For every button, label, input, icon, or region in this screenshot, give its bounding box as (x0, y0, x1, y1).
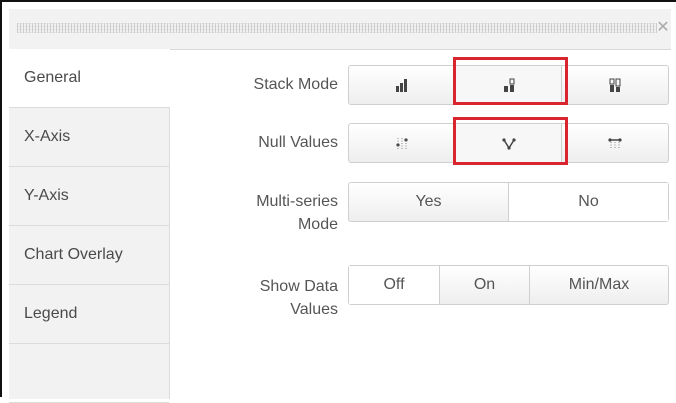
dialog-titlebar[interactable]: ✕ (9, 9, 671, 50)
multi-series-yes-button[interactable]: Yes (349, 183, 508, 221)
show-data-values-label: Show Data Values (260, 275, 338, 321)
null-values-label: Null Values (258, 134, 338, 151)
null-values-gaps-button[interactable] (349, 124, 455, 162)
show-data-values-on-button[interactable]: On (439, 266, 529, 304)
drag-grip[interactable] (17, 23, 657, 33)
null-values-connect-button[interactable] (561, 124, 668, 162)
tab-legend[interactable]: Legend (9, 285, 169, 344)
sidebar-empty-slot (9, 344, 169, 403)
stack-mode-toggle (348, 65, 669, 105)
chart-format-dialog: ✕ General X-Axis Y-Axis Chart Overlay Le… (0, 0, 676, 403)
connect-icon (608, 138, 622, 149)
stacked-bars-icon (503, 78, 514, 92)
tab-label: Legend (24, 305, 78, 322)
show-data-values-toggle: Off On Min/Max (348, 265, 669, 305)
gaps-icon (396, 138, 408, 149)
segment-label: No (578, 193, 599, 210)
segment-label: Yes (415, 193, 442, 210)
stack-mode-stacked-100-button[interactable] (561, 66, 668, 104)
null-values-zero-button[interactable] (454, 124, 562, 162)
multi-series-toggle: Yes No (348, 182, 669, 222)
tab-label: General (24, 69, 81, 86)
show-data-values-off-button[interactable]: Off (349, 266, 439, 304)
close-icon[interactable]: ✕ (655, 18, 671, 38)
multi-series-no-button[interactable]: No (508, 183, 668, 221)
unstacked-bars-icon (395, 79, 407, 92)
stack-mode-label: Stack Mode (253, 76, 338, 93)
multi-series-label: Multi-series Mode (256, 190, 338, 236)
zero-icon (501, 138, 516, 150)
stacked-100-bars-icon (609, 78, 621, 92)
tab-label: Y-Axis (24, 187, 69, 204)
settings-sidebar: General X-Axis Y-Axis Chart Overlay Lege… (9, 49, 170, 403)
segment-label: On (473, 276, 496, 293)
stack-mode-unstacked-button[interactable] (349, 66, 455, 104)
segment-label: Off (383, 276, 405, 293)
multi-series-label-line1: Multi-series (256, 193, 338, 210)
null-values-toggle (348, 123, 669, 163)
tab-x-axis[interactable]: X-Axis (9, 108, 169, 167)
stack-mode-stacked-button[interactable] (454, 66, 562, 104)
tab-general[interactable]: General (9, 49, 170, 108)
show-data-values-label-line1: Show Data (259, 278, 338, 295)
show-data-values-label-line2: Values (290, 301, 338, 318)
multi-series-label-line2: Mode (297, 216, 338, 233)
tab-y-axis[interactable]: Y-Axis (9, 167, 169, 226)
show-data-values-minmax-button[interactable]: Min/Max (529, 266, 668, 304)
tab-chart-overlay[interactable]: Chart Overlay (9, 226, 169, 285)
general-settings-panel: Stack Mode Null Values Multi-series Mode… (170, 49, 676, 397)
tab-label: Chart Overlay (24, 246, 123, 263)
tab-label: X-Axis (24, 128, 71, 145)
segment-label: Min/Max (568, 276, 630, 293)
